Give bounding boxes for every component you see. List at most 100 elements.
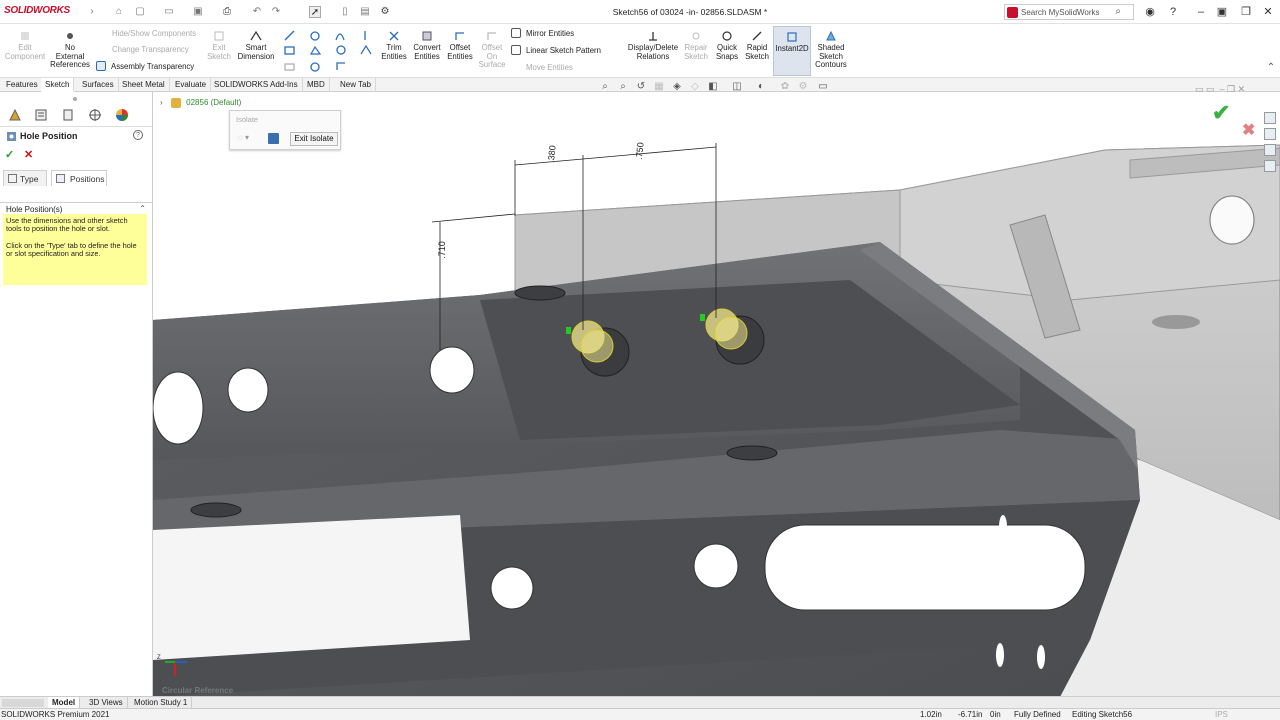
panel-grip[interactable] (73, 97, 77, 101)
display-delete-relations-button[interactable]: Display/Delete Relations (626, 30, 680, 61)
confirm-cancel-icon[interactable]: ✖ (1242, 120, 1255, 140)
rapid-sketch-label: Rapid Sketch (745, 43, 769, 61)
viewport-window-controls[interactable]: ▭ ▭ – ❐ ✕ (1195, 84, 1245, 95)
ok-checkmark-icon[interactable]: ✓ (5, 148, 14, 161)
z-coordinate: 0in (990, 710, 1001, 719)
assembly-transparency-button[interactable]: Assembly Transparency (111, 62, 194, 71)
displaymanager-tab-icon[interactable] (115, 108, 129, 122)
open-folder-icon[interactable]: ▭ (163, 6, 175, 18)
quick-snaps-icon (722, 31, 732, 41)
move-entities-button[interactable]: Move Entities (526, 63, 573, 72)
tab-features[interactable]: Features (2, 78, 43, 92)
search-icon[interactable]: ⌕ (1115, 6, 1121, 17)
select-pointer-icon[interactable]: ➚ (309, 6, 321, 18)
tab-evaluate[interactable]: Evaluate (171, 78, 212, 92)
offset-entities-button[interactable]: Offset Entities (445, 30, 475, 61)
displaymanager-icon (116, 109, 128, 121)
restore-button[interactable]: ❐ (1238, 4, 1254, 20)
rebuild-icon[interactable]: ▯ (339, 6, 351, 18)
user-account-icon[interactable]: ◉ (1142, 4, 1158, 20)
tab-sketch[interactable]: Sketch (41, 78, 75, 92)
dimxpert-icon (89, 109, 101, 121)
featuremanager-flyout-tree[interactable]: › 02856 (Default) (160, 98, 241, 108)
cancel-x-icon[interactable]: ✕ (24, 148, 33, 161)
tab-new-tab[interactable]: New Tab (336, 78, 376, 92)
tab-mbd[interactable]: MBD (303, 78, 330, 92)
print-icon[interactable]: ⎙ (221, 6, 233, 18)
help-icon[interactable]: ? (133, 130, 143, 140)
propertymanager-tab-icon[interactable] (34, 108, 48, 122)
rapid-sketch-button[interactable]: Rapid Sketch (743, 30, 771, 61)
editing-status: Editing Sketch56 (1072, 710, 1133, 719)
title-bar: SOLIDWORKS › ⌂ ▢ ▭ ▣ ⎙ ↶ ↷ ➚ ▯ ▤ ⚙ Sketc… (0, 0, 1280, 24)
chevron-right-icon[interactable]: › (86, 6, 98, 18)
linear-sketch-pattern-button[interactable]: Linear Sketch Pattern (526, 46, 601, 55)
tab-surfaces[interactable]: Surfaces (78, 78, 119, 92)
offset-on-surface-button[interactable]: Offset On Surface (477, 30, 507, 70)
tab-solidworks-add-ins[interactable]: SOLIDWORKS Add-Ins (210, 78, 303, 92)
solidworks-logo[interactable]: SOLIDWORKS (4, 5, 70, 16)
window-layout-button[interactable]: ▣ (1214, 4, 1230, 20)
featuremanager-tab-icon[interactable] (8, 108, 22, 122)
dimension-750[interactable]: .750 (634, 142, 646, 160)
rail-hole-1 (153, 371, 204, 445)
search-placeholder: Search MySolidWorks (1021, 8, 1100, 17)
y-coordinate: -6.71in (958, 710, 983, 719)
status-bar: SOLIDWORKS Premium 2021 1.02in -6.71in 0… (0, 708, 1280, 720)
configurationmanager-tab-icon[interactable] (61, 108, 75, 122)
top-hole-1 (514, 285, 566, 301)
undo-icon[interactable]: ↶ (251, 6, 263, 18)
hide-show-components-button[interactable]: Hide/Show Components (112, 29, 196, 38)
tab-scroll-arrows[interactable] (2, 699, 44, 707)
repair-sketch-button[interactable]: Repair Sketch (682, 30, 710, 61)
circular-reference-label[interactable]: Circular Reference (162, 686, 233, 695)
chevron-up-icon[interactable]: ⌃ (139, 204, 146, 213)
trim-entities-button[interactable]: Trim Entities (380, 30, 408, 61)
exit-isolate-button[interactable]: Exit Isolate (290, 132, 338, 146)
exit-sketch-button[interactable]: Exit Sketch (203, 30, 235, 61)
dimxpertmanager-tab-icon[interactable] (88, 108, 102, 122)
help-icon[interactable]: ? (1165, 4, 1181, 20)
no-external-references-button[interactable]: No External References (50, 30, 90, 70)
hole-positions-section-header[interactable]: Hole Position(s) ⌃ (0, 202, 152, 214)
edit-component-button[interactable]: Edit Component (4, 30, 46, 61)
shaded-sketch-contours-button[interactable]: Shaded Sketch Contours (812, 30, 850, 70)
collapse-ribbon-icon[interactable]: ⌃ (1265, 62, 1277, 74)
instant2d-button[interactable]: Instant2D (773, 26, 811, 76)
display-style-dropdown[interactable]: ◌ ▾ (238, 133, 262, 144)
tab-sheet-metal[interactable]: Sheet Metal (118, 78, 170, 92)
expand-arrow-icon[interactable]: › (160, 98, 163, 107)
lower-hole-2 (490, 566, 534, 610)
smart-dimension-button[interactable]: Smart Dimension (236, 30, 276, 61)
redo-icon[interactable]: ↷ (270, 6, 282, 18)
save-display-state-icon[interactable] (268, 133, 279, 144)
new-document-icon[interactable]: ▢ (134, 6, 146, 18)
convert-entities-button[interactable]: Convert Entities (410, 30, 444, 61)
change-transparency-button[interactable]: Change Transparency (112, 45, 189, 54)
save-icon[interactable]: ▣ (192, 6, 204, 18)
tab-type[interactable]: Type (3, 170, 47, 186)
appearances-icon[interactable] (1264, 160, 1276, 172)
options-gear-icon[interactable]: ⚙ (379, 6, 391, 18)
bolt-hole-3 (996, 643, 1004, 667)
mirror-entities-button[interactable]: Mirror Entities (526, 29, 574, 38)
unit-system[interactable]: IPS (1215, 710, 1228, 719)
minimize-button[interactable]: – (1193, 4, 1209, 20)
lower-hole-1 (693, 543, 739, 589)
close-window-button[interactable]: ✕ (1260, 4, 1276, 20)
graphics-area[interactable]: .380 .750 .710 (153, 92, 1280, 697)
quick-snaps-button[interactable]: Quick Snaps (712, 30, 742, 61)
file-properties-icon[interactable]: ▤ (359, 6, 371, 18)
home-icon[interactable]: ⌂ (113, 6, 125, 18)
search-input[interactable]: Search MySolidWorks ⌕ (1004, 4, 1134, 20)
home-tab-icon[interactable] (1264, 112, 1276, 124)
file-explorer-icon[interactable] (1264, 144, 1276, 156)
tab-positions[interactable]: Positions (51, 170, 107, 186)
dimension-710[interactable]: .710 (437, 241, 447, 259)
confirm-ok-icon[interactable]: ✔ (1212, 100, 1230, 126)
design-library-icon[interactable] (1264, 128, 1276, 140)
instruction-note: Use the dimensions and other sketch tool… (3, 214, 147, 285)
dimension-380[interactable]: .380 (546, 145, 558, 163)
sketch-entity-tools[interactable] (282, 28, 372, 76)
assembly-model-render[interactable] (153, 92, 1280, 697)
